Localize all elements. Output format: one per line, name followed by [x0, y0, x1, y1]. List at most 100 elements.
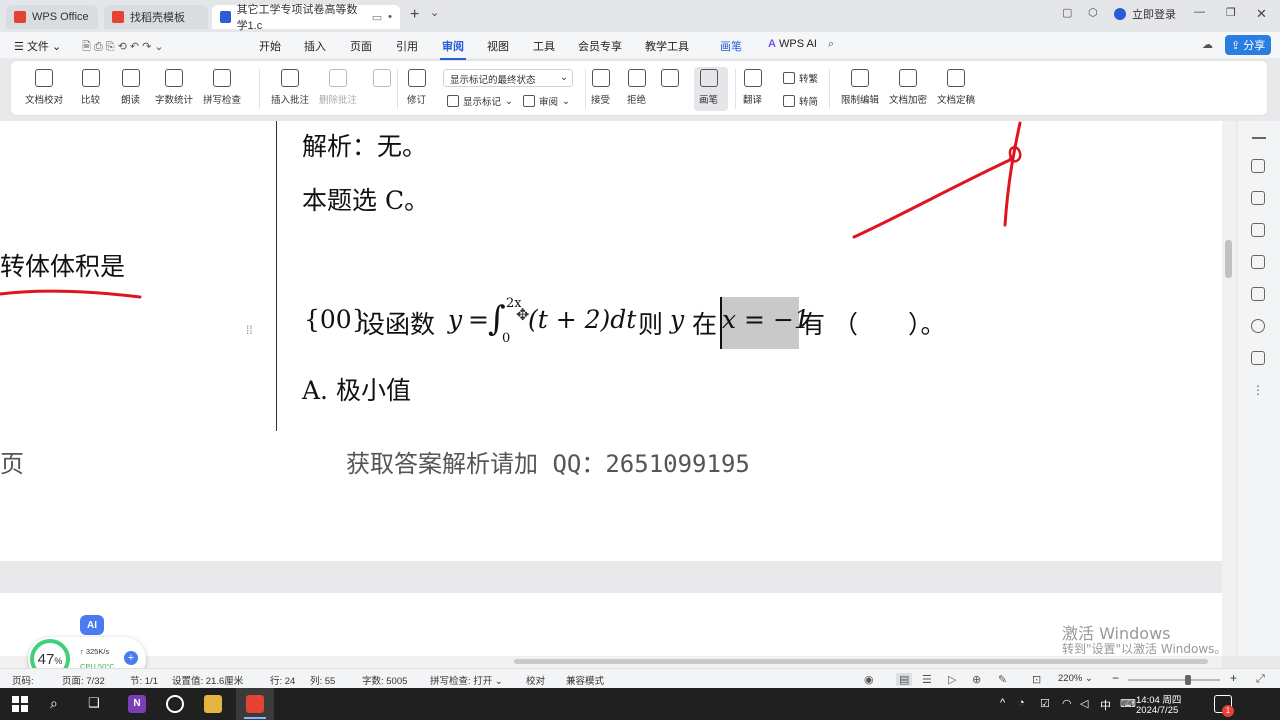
- compare-button[interactable]: 比较: [81, 69, 100, 106]
- more-icon[interactable]: ⋮: [1252, 383, 1264, 397]
- menu-view[interactable]: 视图: [487, 38, 509, 54]
- vertical-scrollbar[interactable]: [1222, 121, 1236, 656]
- show-markup-button[interactable]: 显示标记 ⌄: [447, 94, 513, 108]
- tab-wps-office[interactable]: WPS Office: [6, 5, 98, 29]
- restrict-edit-button[interactable]: 限制编辑: [841, 69, 879, 106]
- menu-tools[interactable]: 工具: [533, 38, 555, 54]
- ai-assistant-button[interactable]: AI: [80, 615, 104, 635]
- tray-chevron-icon[interactable]: ^: [1000, 697, 1005, 709]
- delete-comment-button[interactable]: 删除批注: [319, 69, 357, 106]
- sync-icon[interactable]: [1251, 255, 1265, 269]
- document-page[interactable]: 解析：无。 本题选 C。 转体体积是 ⁞⁞ {00} 设函数 y = ∫ 2x …: [0, 121, 1222, 561]
- clock-time[interactable]: 14:04 周四: [1136, 692, 1181, 706]
- chevron-down-icon[interactable]: ⌄: [430, 6, 439, 19]
- tab-templates[interactable]: 找稻壳模板: [104, 5, 208, 29]
- status-words[interactable]: 字数: 5005: [362, 673, 407, 687]
- minimize-icon[interactable]: —: [1194, 6, 1205, 18]
- menu-start[interactable]: 开始: [259, 38, 281, 54]
- status-page[interactable]: 页码:: [12, 673, 34, 687]
- menu-pen[interactable]: 画笔: [720, 38, 742, 54]
- doc-proof-button[interactable]: 文档校对: [25, 69, 63, 106]
- menu-teaching[interactable]: 教学工具: [645, 38, 689, 54]
- next-page[interactable]: [0, 593, 1222, 656]
- read-aloud-button[interactable]: 朗读: [121, 69, 140, 106]
- tools-icon[interactable]: [1251, 287, 1265, 301]
- fit-page-icon[interactable]: ⊡: [1032, 673, 1041, 686]
- login-button[interactable]: 立即登录: [1114, 6, 1176, 22]
- revision-nav-button[interactable]: [661, 69, 679, 92]
- zoom-slider[interactable]: [1128, 679, 1220, 681]
- file-menu[interactable]: ☰ 文件 ⌄: [14, 38, 61, 54]
- zoom-slider-thumb[interactable]: [1185, 675, 1191, 685]
- menu-member[interactable]: 会员专享: [578, 38, 622, 54]
- web-view-icon[interactable]: ⊕: [972, 673, 981, 686]
- outline-view-icon[interactable]: ☰: [922, 673, 932, 686]
- vertical-scroll-thumb[interactable]: [1225, 240, 1232, 278]
- select-icon[interactable]: [1251, 191, 1265, 205]
- cube-icon[interactable]: ⬡: [1088, 6, 1098, 19]
- to-traditional-button[interactable]: 转繁: [783, 71, 818, 85]
- settings-sliders-icon[interactable]: [1251, 223, 1265, 237]
- search-icon[interactable]: ⌕: [828, 38, 834, 51]
- revise-button[interactable]: 修订: [407, 69, 426, 106]
- word-count-button[interactable]: 字数统计: [155, 69, 193, 106]
- zoom-in-button[interactable]: +: [1230, 671, 1237, 685]
- wps-ai-button[interactable]: A WPS AI: [768, 38, 817, 50]
- markup-state-select[interactable]: 显示标记的最终状态 ⌄: [443, 69, 573, 87]
- cloud-icon[interactable]: ☁: [1202, 38, 1213, 51]
- file-explorer-icon[interactable]: [204, 695, 222, 713]
- monitor-icon[interactable]: ▭: [372, 11, 382, 24]
- volume-icon[interactable]: ◁: [1080, 697, 1088, 710]
- to-simplified-button[interactable]: 转简: [783, 94, 818, 108]
- reject-button[interactable]: 拒绝: [627, 69, 646, 106]
- clock-date[interactable]: 2024/7/25: [1136, 705, 1178, 716]
- close-icon[interactable]: •: [388, 11, 392, 23]
- status-pages[interactable]: 页面: 7/32: [62, 673, 105, 687]
- zoom-level[interactable]: 220% ⌄: [1058, 673, 1093, 684]
- taskbar-search-icon[interactable]: ⌕: [50, 695, 68, 713]
- wifi-icon[interactable]: ◠: [1062, 697, 1072, 710]
- help-icon[interactable]: [1251, 319, 1265, 333]
- share-doc-icon[interactable]: [1251, 351, 1265, 365]
- windows-start-icon[interactable]: [11, 695, 29, 713]
- menu-reference[interactable]: 引用: [396, 38, 418, 54]
- review-pane-button[interactable]: 审阅 ⌄: [523, 94, 570, 108]
- tray-app-icon[interactable]: ☑: [1040, 697, 1050, 710]
- doc-finalize-button[interactable]: 文档定稿: [937, 69, 975, 106]
- edit-icon[interactable]: [1251, 159, 1265, 173]
- close-window-icon[interactable]: ✕: [1256, 6, 1267, 22]
- status-proof[interactable]: 校对: [526, 673, 545, 687]
- menu-page[interactable]: 页面: [350, 38, 372, 54]
- zoom-out-button[interactable]: −: [1112, 671, 1119, 685]
- input-method-icon[interactable]: ⌨: [1120, 697, 1136, 710]
- fullscreen-icon[interactable]: ⤢: [1256, 673, 1265, 686]
- horizontal-scroll-thumb[interactable]: [514, 659, 1208, 664]
- status-spell[interactable]: 拼写检查: 打开 ⌄: [430, 673, 503, 687]
- wps-taskbar-icon[interactable]: [246, 695, 264, 713]
- collapse-icon[interactable]: [1252, 137, 1266, 139]
- obs-icon[interactable]: [166, 695, 184, 713]
- restore-icon[interactable]: ❐: [1226, 6, 1236, 19]
- document-area[interactable]: 解析：无。 本题选 C。 转体体积是 ⁞⁞ {00} 设函数 y = ∫ 2x …: [0, 121, 1222, 656]
- doc-encrypt-button[interactable]: 文档加密: [889, 69, 927, 106]
- window-icon[interactable]: ▢: [1062, 6, 1072, 19]
- insert-comment-button[interactable]: 插入批注: [271, 69, 309, 106]
- page-view-icon[interactable]: ▤: [896, 673, 913, 686]
- new-tab-button[interactable]: +: [410, 6, 419, 24]
- play-icon[interactable]: ▷: [948, 673, 956, 686]
- onenote-icon[interactable]: N: [128, 695, 146, 713]
- spell-check-button[interactable]: 拼写检查: [203, 69, 241, 106]
- task-view-icon[interactable]: ❑: [88, 695, 106, 713]
- quick-toolbar[interactable]: 🗎 ⎙ ⎘ ⟲ ↶ ↷ ⌄: [82, 38, 164, 57]
- network-icon[interactable]: ◔: [1018, 697, 1025, 709]
- pen-button[interactable]: 画笔: [699, 69, 718, 106]
- pen-mode-icon[interactable]: ✎: [998, 673, 1007, 686]
- accept-button[interactable]: 接受: [591, 69, 610, 106]
- share-button[interactable]: ⇪ 分享: [1225, 35, 1272, 55]
- ime-indicator[interactable]: 中: [1100, 697, 1111, 713]
- comment-nav-button[interactable]: [373, 69, 391, 92]
- menu-review[interactable]: 审阅: [440, 38, 466, 60]
- add-widget-icon[interactable]: +: [124, 651, 138, 665]
- translate-button[interactable]: 翻译: [743, 69, 762, 106]
- tab-document[interactable]: 其它工学专项试卷高等数学1.c ▭ •: [212, 4, 400, 32]
